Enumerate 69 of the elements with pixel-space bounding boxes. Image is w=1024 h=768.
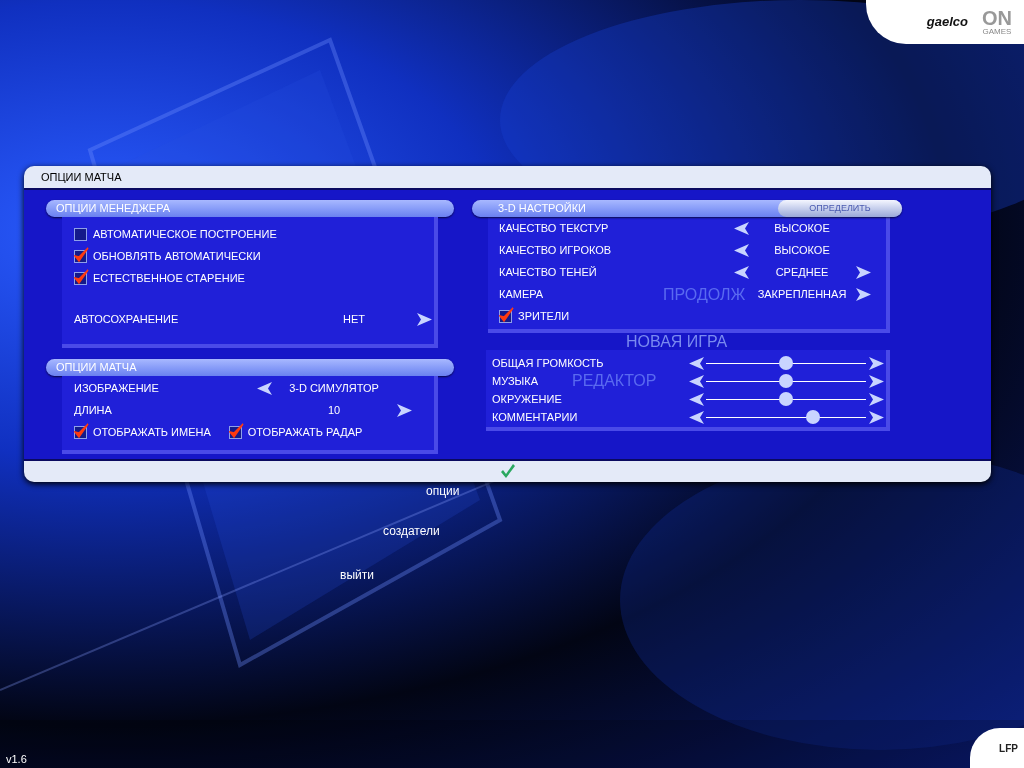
detect-button[interactable]: ОПРЕДЕЛИТЬ — [778, 200, 902, 217]
volume-label: МУЗЫКА — [492, 374, 539, 387]
slider-thumb[interactable] — [779, 356, 793, 370]
arrow-left-icon[interactable] — [688, 356, 704, 370]
option-label: КАЧЕСТВО ТЕНЕЙ — [499, 265, 597, 278]
arrow-right-icon[interactable] — [868, 374, 884, 388]
checkbox-label: ОБНОВЛЯТЬ АВТОМАТИЧЕСКИ — [93, 248, 261, 264]
gaelco-logo: gaelco — [926, 13, 968, 32]
checkbox-label: ЗРИТЕЛИ — [518, 308, 570, 324]
option-value: НЕТ — [342, 311, 366, 327]
confirm-icon[interactable] — [499, 464, 516, 479]
option-value: ВЫСОКОЕ — [773, 242, 831, 258]
option-label: КАЧЕСТВО ТЕКСТУР — [499, 221, 609, 234]
volume-slider[interactable] — [706, 374, 866, 388]
volume-label: ОКРУЖЕНИЕ — [492, 392, 562, 405]
checkbox[interactable] — [74, 227, 87, 241]
section-header: ОПЦИИ МЕНЕДЖЕРА — [46, 200, 454, 217]
volume-slider[interactable] — [706, 410, 866, 424]
arrow-left-icon[interactable] — [688, 392, 704, 406]
slider-thumb[interactable] — [779, 374, 793, 388]
version-label: v1.6 — [6, 752, 27, 767]
arrow-right-icon[interactable] — [396, 403, 412, 417]
section-title: 3-D НАСТРОЙКИ — [498, 201, 586, 217]
arrow-left-icon[interactable] — [688, 374, 704, 388]
arrow-right-icon[interactable] — [416, 312, 432, 326]
menu-item[interactable]: создатели — [383, 522, 440, 540]
lfp-logo: LFP — [999, 741, 1018, 756]
arrow-left-icon[interactable] — [256, 381, 272, 395]
option-label: КАМЕРА — [499, 287, 544, 300]
slider-thumb[interactable] — [779, 392, 793, 406]
arrow-left-icon[interactable] — [733, 221, 749, 235]
option-label: АВТОСОХРАНЕНИЕ — [74, 312, 179, 325]
checkbox-label: ОТОБРАЖАТЬ РАДАР — [247, 424, 363, 440]
option-value: ЗАКРЕПЛЕННАЯ — [756, 286, 848, 302]
on-logo: ON — [982, 8, 1012, 28]
option-value: 3-D СИМУЛЯТОР — [288, 380, 380, 396]
volume-label: ОБЩАЯ ГРОМКОСТЬ — [492, 356, 604, 369]
arrow-left-icon[interactable] — [733, 265, 749, 279]
volume-slider[interactable] — [706, 392, 866, 406]
volume-label: КОММЕНТАРИИ — [492, 410, 578, 423]
arrow-left-icon[interactable] — [688, 410, 704, 424]
checkbox[interactable] — [74, 249, 87, 263]
option-label: КАЧЕСТВО ИГРОКОВ — [499, 243, 612, 256]
games-logo: GAMES — [982, 28, 1012, 36]
arrow-left-icon[interactable] — [733, 243, 749, 257]
volume-slider[interactable] — [706, 356, 866, 370]
arrow-right-icon[interactable] — [855, 287, 871, 301]
menu-item[interactable]: выйти — [340, 566, 374, 584]
option-value: ВЫСОКОЕ — [773, 220, 831, 236]
option-label: ДЛИНА — [74, 403, 112, 416]
menu-item[interactable]: НОВАЯ ИГРА — [626, 330, 728, 354]
option-label: ИЗОБРАЖЕНИЕ — [74, 381, 159, 394]
arrow-right-icon[interactable] — [868, 410, 884, 424]
checkbox[interactable] — [499, 309, 512, 323]
section-header: ОПЦИИ МАТЧА — [46, 359, 454, 376]
arrow-right-icon[interactable] — [868, 356, 884, 370]
menu-item[interactable]: опции — [426, 482, 460, 500]
checkbox[interactable] — [228, 425, 242, 439]
arrow-right-icon[interactable] — [868, 392, 884, 406]
panel-title: ОПЦИИ МАТЧА — [41, 169, 122, 185]
checkbox-label: ЕСТЕСТВЕННОЕ СТАРЕНИЕ — [93, 270, 245, 286]
arrow-right-icon[interactable] — [855, 265, 871, 279]
checkbox-label: АВТОМАТИЧЕСКОЕ ПОСТРОЕНИЕ — [93, 226, 277, 242]
option-value: СРЕДНЕЕ — [774, 264, 830, 280]
option-value: 10 — [326, 402, 342, 418]
checkbox[interactable] — [74, 425, 87, 439]
checkbox-label: ОТОБРАЖАТЬ ИМЕНА — [93, 424, 211, 440]
slider-thumb[interactable] — [806, 410, 821, 424]
checkbox[interactable] — [74, 271, 87, 285]
